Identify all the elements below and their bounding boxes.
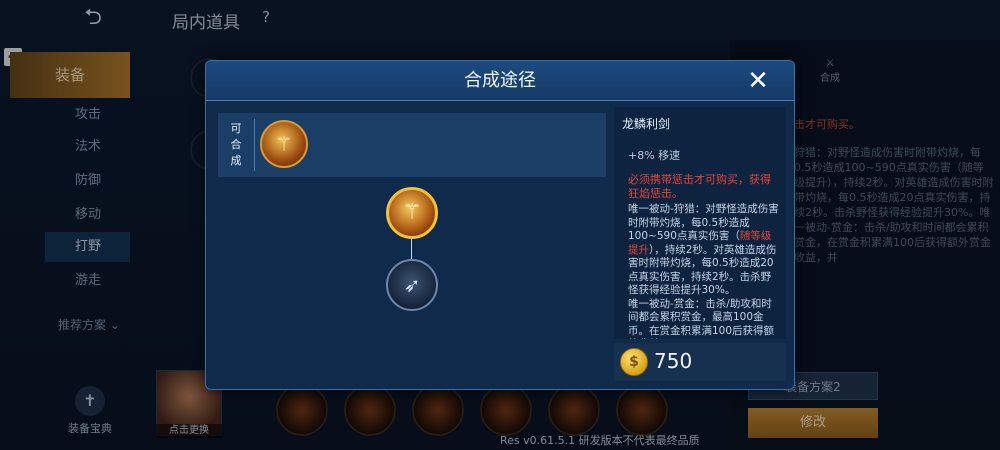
item-stat: +8% 移速 — [628, 149, 681, 162]
gold-coin-icon: $ — [620, 348, 648, 376]
hunting-blade-icon[interactable]: ➶ — [386, 259, 438, 311]
modal-title: 合成途径 — [464, 70, 536, 91]
craftable-label: 可合成 — [230, 122, 242, 167]
craftable-item-icon[interactable]: ⚚ — [260, 120, 308, 168]
item-description-panel: 龙鳞利剑 +8% 移速 必须携带惩击才可购买，获得狂焰惩击。 唯一被动-狩猎：对… — [614, 107, 786, 339]
craftable-row: 可合成 ⚚ — [218, 113, 606, 177]
item-price: 750 — [654, 349, 693, 373]
price-box: $ 750 — [614, 343, 786, 381]
item-name: 龙鳞利剑 — [622, 117, 671, 131]
dragon-scale-sword-icon[interactable]: ⚚ — [386, 187, 438, 239]
divider — [254, 119, 255, 171]
crafting-modal: 合成途径 ✕ 可合成 ⚚ ⚚ ➶ 龙鳞利剑 +8% 移速 必须携带惩击才可购买，… — [205, 60, 795, 390]
close-icon[interactable]: ✕ — [742, 65, 774, 97]
tree-connector — [411, 239, 412, 259]
item-warning: 必须携带惩击才可购买，获得狂焰惩击。 — [628, 173, 771, 200]
item-passive-text: 唯一被动-狩猎：对野怪造成伤害时附带灼烧，每0.5秒造成100~590点真实伤害… — [628, 203, 779, 339]
